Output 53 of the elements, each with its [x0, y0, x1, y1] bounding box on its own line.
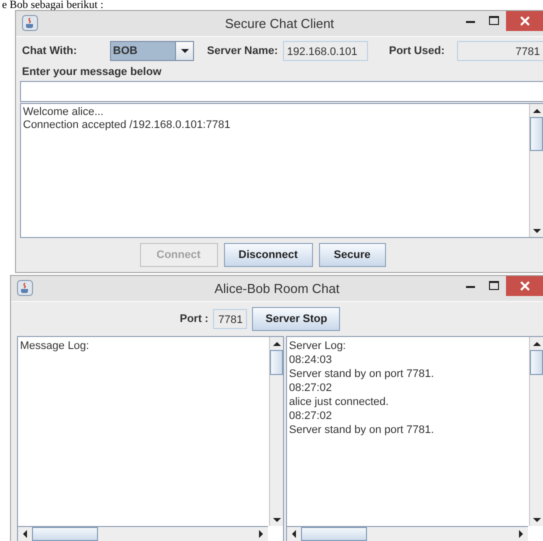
- scroll-up-icon: [272, 342, 280, 346]
- scroll-left-icon: [292, 530, 296, 538]
- close-button[interactable]: [506, 11, 543, 31]
- server-log-line: 08:27:02: [289, 381, 333, 395]
- close-button[interactable]: [506, 276, 543, 296]
- server-log-line: alice just connected.: [289, 395, 390, 409]
- scroll-down-icon: [532, 518, 540, 522]
- server-name-label: Server Name:: [207, 45, 279, 57]
- server-name-field[interactable]: 192.168.0.101: [283, 41, 368, 61]
- close-icon: [520, 281, 530, 291]
- server-log-line: Server stand by on port 7781.: [289, 423, 435, 437]
- action-button[interactable]: Secure: [318, 243, 386, 267]
- message-input-field[interactable]: [20, 81, 543, 102]
- vertical-scrollbar[interactable]: [529, 337, 543, 526]
- chat-with-dropdown[interactable]: BOB: [110, 41, 194, 61]
- vertical-scrollbar[interactable]: [529, 104, 543, 237]
- document-caption: e Bob sebagai berikut :: [1, 0, 104, 10]
- window-title: Alice-Bob Room Chat: [214, 281, 340, 296]
- port-label: Port :: [180, 313, 208, 325]
- action-button[interactable]: Disconnect: [224, 243, 313, 267]
- close-icon: [520, 16, 530, 26]
- chat-log-line: Welcome alice...: [23, 106, 104, 119]
- port-used-field[interactable]: 7781: [457, 41, 543, 61]
- coffee-cup-icon: [22, 15, 38, 31]
- scroll-up-icon: [532, 108, 540, 112]
- dropdown-arrow-icon: [180, 49, 188, 53]
- chat-log-line: Connection accepted /192.168.0.101:7781: [23, 119, 232, 132]
- server-log-line: Server stand by on port 7781.: [289, 367, 435, 381]
- scroll-right-icon: [519, 530, 523, 538]
- server-stop-button[interactable]: Server Stop: [252, 307, 340, 331]
- scrollbar-thumb[interactable]: [270, 350, 283, 375]
- scroll-right-icon: [259, 530, 263, 538]
- scroll-left-icon: [23, 530, 27, 538]
- scrollbar-thumb[interactable]: [530, 350, 543, 375]
- scrollbar-thumb[interactable]: [32, 527, 98, 541]
- window-title: Secure Chat Client: [224, 16, 334, 31]
- scrollbar-thumb[interactable]: [301, 527, 367, 541]
- message-log-line: Message Log:: [20, 339, 90, 353]
- chat-with-label: Chat With:: [21, 45, 78, 57]
- scroll-up-icon: [532, 342, 540, 346]
- scroll-down-icon: [532, 228, 540, 232]
- scrollbar-thumb[interactable]: [530, 117, 543, 151]
- server-log-line: Server Log:: [289, 339, 347, 353]
- coffee-cup-icon: [17, 280, 33, 296]
- horizontal-scrollbar[interactable]: [287, 526, 528, 541]
- server-log-line: 08:24:03: [289, 353, 333, 367]
- vertical-scrollbar[interactable]: [269, 337, 283, 526]
- server-log-line: 08:27:02: [289, 409, 333, 423]
- message-label: Enter your message below: [21, 65, 162, 80]
- horizontal-scrollbar[interactable]: [18, 526, 268, 541]
- port-field[interactable]: 7781: [213, 309, 248, 329]
- port-used-label: Port Used:: [389, 45, 446, 57]
- scroll-down-icon: [272, 518, 280, 522]
